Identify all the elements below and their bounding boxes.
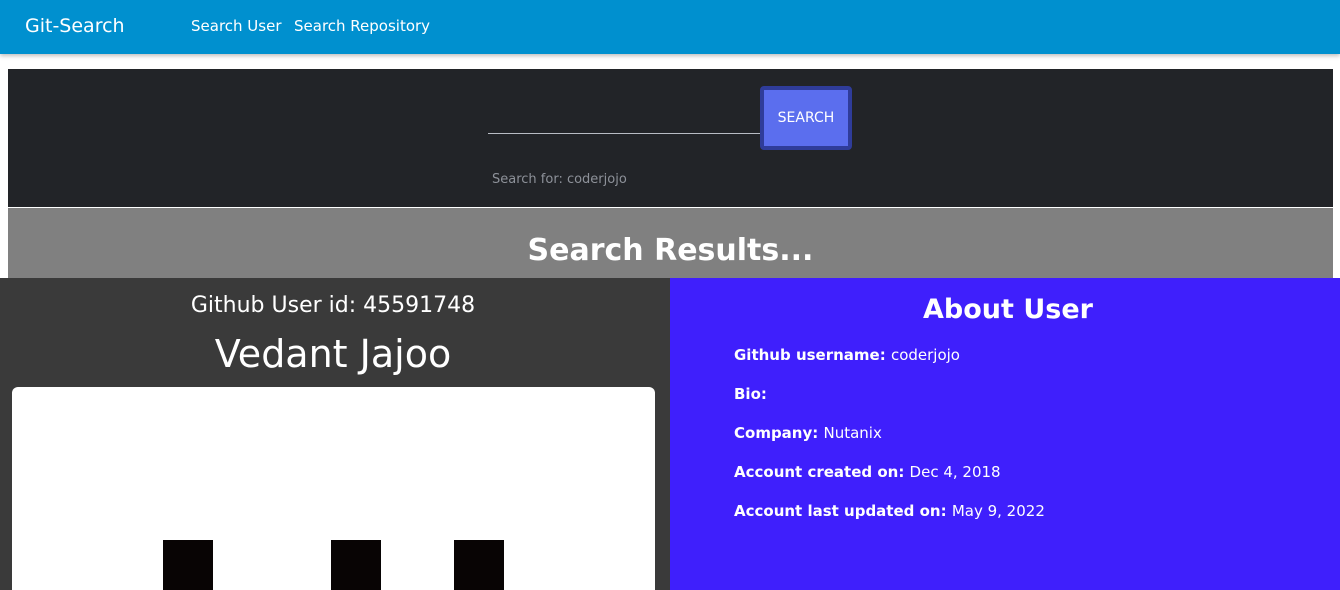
search-panel: SEARCH Search for: coderjojo [8, 69, 1333, 207]
info-label: Bio: [734, 385, 767, 403]
info-row-updated: Account last updated on: May 9, 2022 [734, 502, 1045, 520]
avatar [12, 387, 655, 590]
results-header: Search Results... [8, 208, 1333, 278]
brand-logo[interactable]: Git-Search [25, 15, 125, 37]
info-label: Company: [734, 424, 824, 442]
user-profile-panel: Github User id: 45591748 Vedant Jajoo [0, 278, 670, 590]
info-value: Dec 4, 2018 [909, 463, 1001, 481]
avatar-pixel-block [454, 540, 504, 590]
user-full-name: Vedant Jajoo [214, 332, 452, 376]
github-user-id: Github User id: 45591748 [190, 293, 476, 318]
info-row-company: Company: Nutanix [734, 424, 882, 442]
info-row-username: Github username: coderjojo [734, 346, 960, 364]
search-hint: Search for: coderjojo [492, 172, 627, 187]
about-user-title: About User [923, 294, 1093, 325]
avatar-pixel-block [163, 540, 213, 590]
info-label: Account created on: [734, 463, 910, 481]
info-row-bio: Bio: [734, 385, 767, 403]
info-value: May 9, 2022 [951, 502, 1045, 520]
search-input[interactable] [488, 94, 763, 134]
info-value: Nutanix [823, 424, 882, 442]
avatar-pixel-block [331, 540, 381, 590]
info-row-created: Account created on: Dec 4, 2018 [734, 463, 1001, 481]
about-user-panel: About User Github username: coderjojo Bi… [670, 278, 1340, 590]
search-button[interactable]: SEARCH [760, 86, 852, 150]
top-navbar: Git-Search Search User Search Repository [0, 0, 1340, 54]
info-label: Account last updated on: [734, 502, 952, 520]
info-value: coderjojo [890, 346, 960, 364]
nav-link-search-user[interactable]: Search User [191, 17, 282, 35]
info-label: Github username: [734, 346, 891, 364]
nav-link-search-repository[interactable]: Search Repository [294, 17, 430, 35]
